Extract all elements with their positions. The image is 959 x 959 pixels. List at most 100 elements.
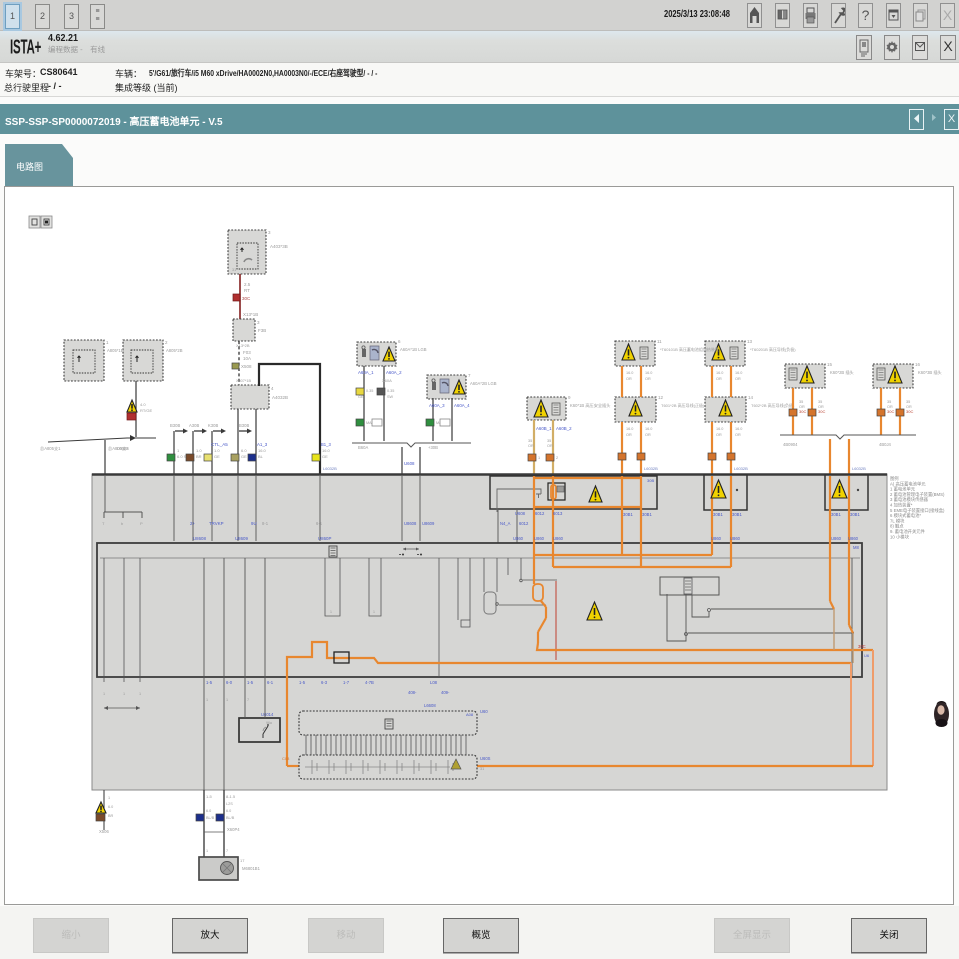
svg-text:U8609: U8609 <box>235 536 248 541</box>
svg-text:13: 13 <box>747 339 753 344</box>
svg-text:30C: 30C <box>242 296 251 301</box>
svg-text:A60A*1B LGB: A60A*1B LGB <box>400 347 427 352</box>
svg-text:7: 7 <box>226 849 228 853</box>
svg-text:35: 35 <box>528 439 532 443</box>
svg-text:M6801B1: M6801B1 <box>242 866 261 871</box>
svg-text:A403*3B: A403*3B <box>270 244 288 249</box>
svg-text:U860: U860 <box>553 536 564 541</box>
svg-text:U8609: U8609 <box>422 521 435 526</box>
svg-text:L6032B: L6032B <box>323 466 337 471</box>
svg-text:A1_3: A1_3 <box>257 442 268 447</box>
svg-text:L6608: L6608 <box>424 703 436 708</box>
svg-text:GE: GE <box>322 454 328 459</box>
svg-text:1-5: 1-5 <box>247 680 254 685</box>
svg-text:3: 3 <box>257 320 260 325</box>
svg-text:1-5: 1-5 <box>206 680 213 685</box>
svg-text:U860: U860 <box>534 536 545 541</box>
svg-text:OR: OR <box>735 377 741 381</box>
svg-text:0.35: 0.35 <box>387 389 394 393</box>
svg-text:1-5: 1-5 <box>206 794 213 799</box>
svg-text:TRVKP: TRVKP <box>209 521 224 526</box>
svg-text:2.5: 2.5 <box>244 282 251 287</box>
svg-text:N4_A: N4_A <box>500 521 511 526</box>
svg-text:K30B: K30B <box>208 423 218 428</box>
svg-text:B30B: B30B <box>239 423 249 428</box>
svg-text:16.0: 16.0 <box>735 371 742 375</box>
svg-text:6: 6 <box>398 339 401 344</box>
svg-text:12: 12 <box>658 395 664 400</box>
svg-text:3: 3 <box>268 230 271 235</box>
svg-text:6013: 6013 <box>553 511 563 516</box>
svg-text:RT/GE: RT/GE <box>140 408 152 413</box>
svg-text:4B0904: 4B0904 <box>783 442 798 447</box>
svg-text:1: 1 <box>123 692 125 696</box>
svg-text:6.0: 6.0 <box>108 805 113 809</box>
svg-text:2: 2 <box>165 340 168 345</box>
svg-text:OR: OR <box>645 433 651 437</box>
svg-text:6-0: 6-0 <box>226 680 233 685</box>
svg-text:GE: GE <box>241 454 247 459</box>
svg-text:8-1.5: 8-1.5 <box>226 794 236 799</box>
svg-text:L6032B: L6032B <box>644 466 658 471</box>
svg-text:X60P4: X60P4 <box>227 827 240 832</box>
svg-text:X13*1B: X13*1B <box>243 312 258 317</box>
svg-text:L6032B: L6032B <box>734 466 748 471</box>
svg-text:96a: 96a <box>266 721 272 725</box>
svg-text:U860P: U860P <box>318 536 331 541</box>
svg-text:C08: C08 <box>282 756 290 761</box>
svg-text:409-: 409- <box>441 690 450 695</box>
svg-text:0.35: 0.35 <box>366 389 373 393</box>
svg-text:4: 4 <box>271 386 274 391</box>
svg-text:35: 35 <box>799 400 803 404</box>
svg-text:1: 1 <box>206 698 208 702</box>
svg-text:4.0: 4.0 <box>140 402 146 407</box>
svg-text:B60A: B60A <box>358 445 368 450</box>
svg-text:6-1: 6-1 <box>267 680 274 685</box>
svg-text:A60B_1: A60B_1 <box>536 426 552 431</box>
svg-text:30B1: 30B1 <box>831 512 841 517</box>
svg-text:A805*1B: A805*1B <box>107 348 124 353</box>
svg-text:A60A_1: A60A_1 <box>358 370 374 375</box>
svg-text:30C: 30C <box>818 409 825 414</box>
svg-text:A60A*2B LGB: A60A*2B LGB <box>470 381 497 386</box>
svg-text:31: 31 <box>232 268 236 272</box>
svg-text:1: 1 <box>108 796 110 800</box>
svg-text:35: 35 <box>547 439 551 443</box>
svg-text:1: 1 <box>330 610 332 614</box>
svg-text:10A: 10A <box>243 356 251 361</box>
svg-text:1: 1 <box>106 340 109 345</box>
svg-text:1.0: 1.0 <box>214 448 220 453</box>
svg-text:6-1: 6-1 <box>316 521 323 526</box>
svg-text:RT: RT <box>244 288 250 293</box>
svg-text:A30B: A30B <box>189 423 199 428</box>
svg-text:1-5: 1-5 <box>299 680 306 685</box>
svg-text:F03: F03 <box>243 350 251 355</box>
svg-text:31: 31 <box>480 767 484 771</box>
svg-text:9U: 9U <box>251 521 257 526</box>
svg-text:1: 1 <box>103 692 105 696</box>
svg-text:B30B: B30B <box>170 423 180 428</box>
svg-text:OR: OR <box>528 444 534 448</box>
svg-text:A60A_3: A60A_3 <box>429 403 445 408</box>
svg-text:16.0: 16.0 <box>626 371 633 375</box>
svg-text:14: 14 <box>748 395 754 400</box>
svg-text:OR: OR <box>626 433 632 437</box>
svg-text:16.0: 16.0 <box>735 427 742 431</box>
svg-text:A60B_2: A60B_2 <box>556 426 572 431</box>
svg-text:2+: 2+ <box>190 521 195 526</box>
svg-text:30B1: 30B1 <box>732 512 742 517</box>
svg-text:T601*2B 高压导线(正极): T601*2B 高压导线(正极) <box>661 402 705 408</box>
svg-text:L6032B: L6032B <box>852 466 866 471</box>
svg-text:A60A_4: A60A_4 <box>454 403 470 408</box>
svg-text:7: 7 <box>468 373 471 378</box>
svg-text:6.0: 6.0 <box>226 809 231 813</box>
svg-text:K60*1B 高压安全插头: K60*1B 高压安全插头 <box>570 402 611 409</box>
svg-text:16.0: 16.0 <box>716 371 723 375</box>
svg-text:16.0: 16.0 <box>322 448 331 453</box>
svg-text:BR: BR <box>196 454 202 459</box>
svg-text:OR: OR <box>735 433 741 437</box>
svg-text:1: 1 <box>538 456 540 460</box>
svg-text:A805*2B: A805*2B <box>166 348 183 353</box>
svg-text:U608: U608 <box>515 511 526 516</box>
svg-text:GE: GE <box>214 454 220 459</box>
